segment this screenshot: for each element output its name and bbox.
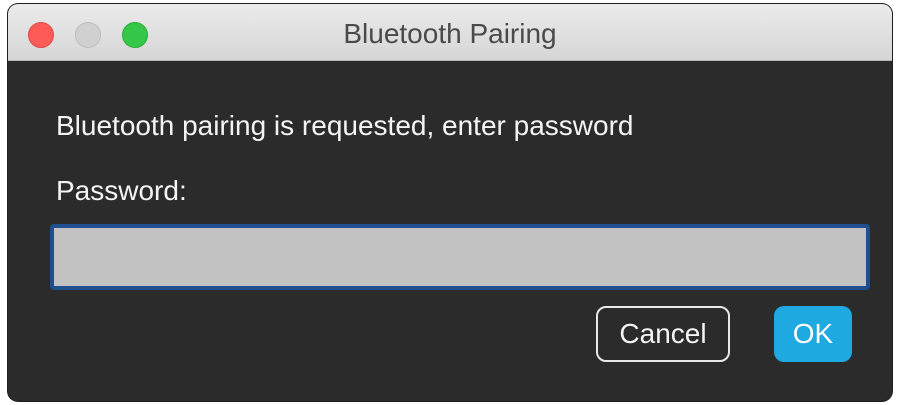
password-input[interactable] [50,224,870,290]
window-title: Bluetooth Pairing [343,18,557,49]
pairing-message: Bluetooth pairing is requested, enter pa… [56,110,634,141]
ok-button[interactable]: OK [774,306,852,362]
bluetooth-pairing-window: Bluetooth Pairing Bluetooth pairing is r… [8,4,892,401]
password-label: Password: [56,175,187,206]
title-bar[interactable]: Bluetooth Pairing [8,4,892,61]
cancel-button[interactable]: Cancel [596,306,730,362]
